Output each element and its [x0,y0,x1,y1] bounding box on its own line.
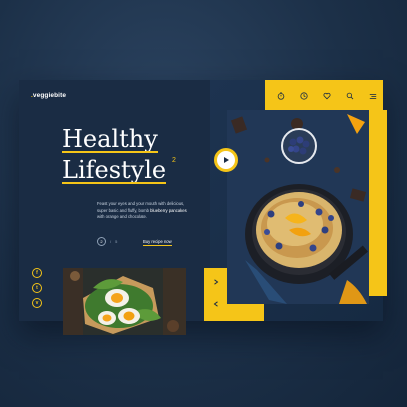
social-links: f t v [32,268,42,308]
top-nav [276,90,378,102]
desc-line1: Feast your eyes and your mouth with deli… [97,201,185,206]
hero-title-line1: Healthy [62,125,158,153]
facebook-icon[interactable]: f [32,268,42,278]
timer-icon[interactable] [276,91,286,101]
play-button[interactable] [214,148,238,172]
menu-icon[interactable] [368,91,378,101]
hero-title-superscript: 2 [172,157,176,164]
hero-title: Healthy Lifestyle [62,124,167,186]
next-arrow-button[interactable] [209,275,223,289]
egg-toast-photo [63,268,186,335]
play-icon [224,157,229,163]
clock-icon[interactable] [299,91,309,101]
twitter-icon[interactable]: t [32,283,42,293]
chevron-left-icon [213,301,218,307]
brand-name: veggiebite [32,92,67,99]
search-icon[interactable] [345,91,355,101]
accent-panel-side [369,110,387,296]
heart-icon[interactable] [322,91,332,101]
slide-separator: / [110,239,112,244]
slide-total: 5 [115,239,118,244]
chevron-right-icon [214,279,219,285]
desc-line3: with orange and chocolate. [97,214,148,219]
prev-arrow-button[interactable] [209,297,223,311]
buy-recipe-link[interactable]: Buy recipe now [143,239,172,246]
slide-counter: 2 / 5 [97,237,117,246]
desc-highlight: blueberry pancakes [150,207,187,213]
hero-title-line2: Lifestyle [62,156,167,184]
pancake-photo [227,110,369,304]
brand-logo[interactable]: .veggiebite [31,92,66,99]
desc-line2: super basic and fluffy, bomb [97,207,151,213]
slide-current[interactable]: 2 [97,237,106,246]
vimeo-icon[interactable]: v [32,298,42,308]
hero-description: Feast your eyes and your mouth with deli… [97,201,207,221]
